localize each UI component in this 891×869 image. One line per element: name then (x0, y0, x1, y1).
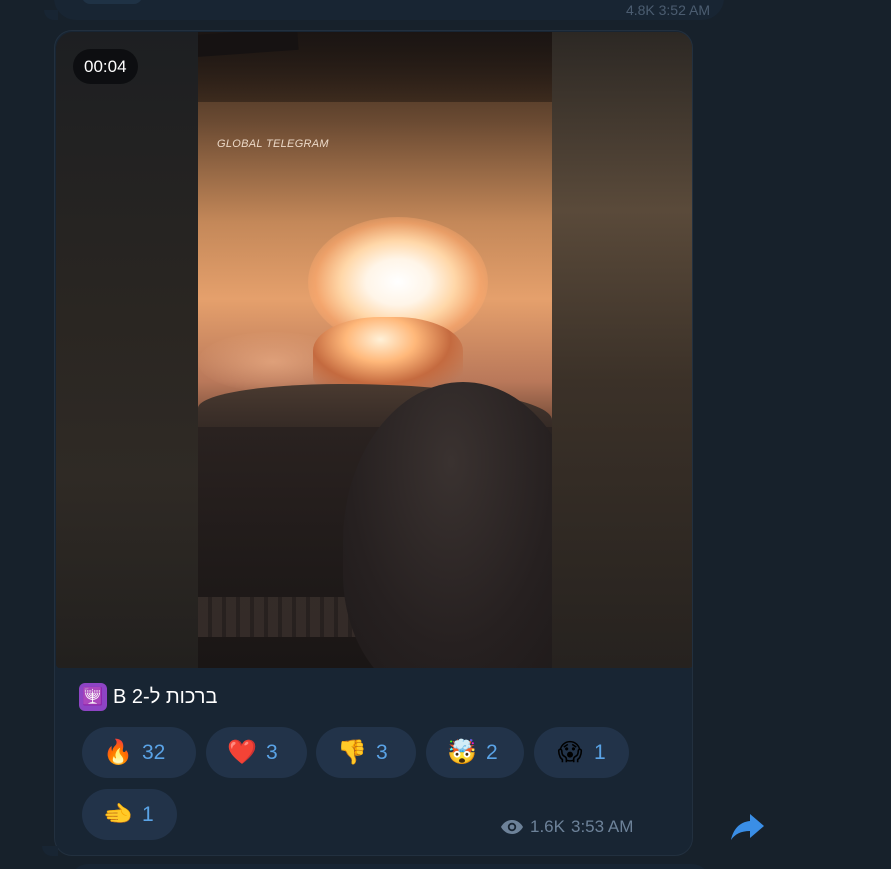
reaction-pointing-hand[interactable]: 🫲 1 (82, 789, 177, 840)
share-button[interactable] (728, 808, 768, 846)
exploding-head-icon: 🤯 (447, 739, 477, 766)
heart-icon: ❤️ (227, 739, 257, 766)
message-time: 3:53 AM (570, 817, 634, 836)
reaction-thumbs-down[interactable]: 👎 3 (316, 727, 416, 778)
next-message-bubble (70, 864, 710, 869)
video-watermark: GLOBAL TELEGRAM (217, 138, 329, 150)
previous-message-tail (44, 10, 58, 20)
video-frame[interactable]: GLOBAL TELEGRAM (198, 32, 552, 668)
message-bubble: GLOBAL TELEGRAM 00:04 🕎 ברכות ל-2 B 🔥 32… (54, 30, 693, 856)
message-caption: 🕎 ברכות ל-2 B (79, 683, 217, 711)
share-arrow-icon (731, 814, 764, 840)
video-blur-right (551, 32, 692, 668)
message-tail (42, 846, 58, 856)
pointing-hand-icon: 🫲 (103, 801, 133, 828)
reaction-exploding-head[interactable]: 🤯 2 (426, 727, 524, 778)
message-meta: 1.6K 3:53 AM (500, 817, 633, 837)
chat-view: 4.8K 3:52 AM GLOBAL TELEGRAM 00:04 🕎 ברכ… (0, 0, 891, 869)
reaction-screaming-face[interactable]: 😱 1 (534, 727, 629, 778)
fire-icon: 🔥 (103, 739, 133, 766)
reaction-fire[interactable]: 🔥 32 (82, 727, 196, 778)
video-blur-left (56, 32, 198, 668)
reaction-count: 1 (594, 740, 606, 764)
previous-message-bubble: 4.8K 3:52 AM (54, 0, 724, 20)
menorah-icon: 🕎 (79, 683, 107, 711)
reaction-heart[interactable]: ❤️ 3 (206, 727, 307, 778)
eye-icon (501, 820, 523, 834)
reaction-count: 3 (376, 740, 388, 764)
explosion-fire (313, 317, 463, 392)
reaction-count: 2 (486, 740, 498, 764)
caption-text: ברכות ל-2 B (113, 685, 218, 708)
video-player[interactable]: GLOBAL TELEGRAM 00:04 (56, 32, 692, 668)
previous-message-reaction[interactable] (82, 0, 142, 4)
thumbs-down-icon: 👎 (337, 739, 367, 766)
screaming-face-icon: 😱 (557, 739, 583, 766)
previous-message-meta: 4.8K 3:52 AM (625, 2, 710, 18)
reaction-count: 1 (142, 802, 154, 826)
video-duration-badge: 00:04 (73, 49, 138, 84)
reaction-count: 32 (142, 740, 166, 764)
reaction-count: 3 (266, 740, 278, 764)
view-count: 1.6K (530, 817, 565, 836)
